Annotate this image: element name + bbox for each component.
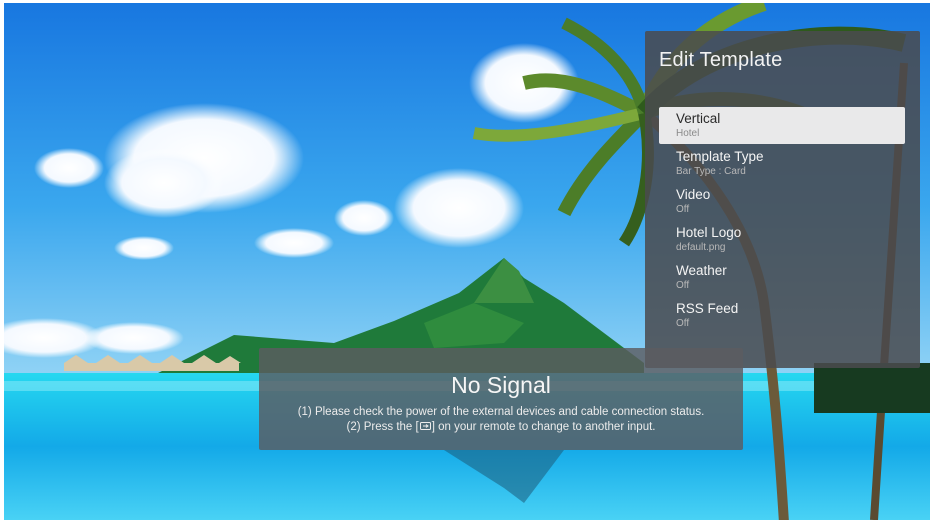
no-signal-dialog: No Signal (1) Please check the power of … (259, 348, 743, 450)
menu-item-value: Bar Type : Card (676, 166, 746, 177)
menu-item-value: Off (676, 318, 690, 329)
menu-item-label: Template Type (676, 149, 764, 164)
menu-item-value: Off (676, 280, 690, 291)
menu-item-label: Vertical (676, 111, 721, 126)
menu-item-value: default.png (676, 242, 726, 253)
no-signal-title: No Signal (451, 372, 551, 398)
panel-title: Edit Template (659, 49, 783, 71)
menu-item-label: RSS Feed (676, 301, 739, 316)
foreground-trees (814, 363, 930, 413)
menu-item-value: Hotel (676, 128, 700, 139)
menu-item-hotel-logo[interactable]: Hotel Logo default.png (659, 221, 905, 258)
menu-item-value: Off (676, 204, 690, 215)
menu-item-template-type[interactable]: Template Type Bar Type : Card (659, 145, 905, 182)
menu-item-label: Hotel Logo (676, 225, 742, 240)
menu-item-rss-feed[interactable]: RSS Feed Off (659, 297, 905, 334)
menu-item-label: Weather (676, 263, 727, 278)
menu-item-weather[interactable]: Weather Off (659, 259, 905, 296)
input-source-icon (419, 422, 431, 430)
tv-screen: Edit Template Vertical Hotel Template Ty… (4, 3, 930, 520)
edit-template-panel: Edit Template Vertical Hotel Template Ty… (645, 31, 920, 368)
instruction-text-after: ] on your remote to change to another in… (431, 421, 656, 433)
menu-item-vertical[interactable]: Vertical Hotel (659, 107, 905, 144)
menu-item-video[interactable]: Video Off (659, 183, 905, 220)
no-signal-instruction-1: (1) Please check the power of the extern… (297, 406, 705, 418)
instruction-text-before: (2) Press the [ (346, 421, 419, 433)
no-signal-instruction-2: (2) Press the [ ] on your remote to chang… (259, 421, 743, 433)
menu-item-label: Video (676, 187, 711, 202)
